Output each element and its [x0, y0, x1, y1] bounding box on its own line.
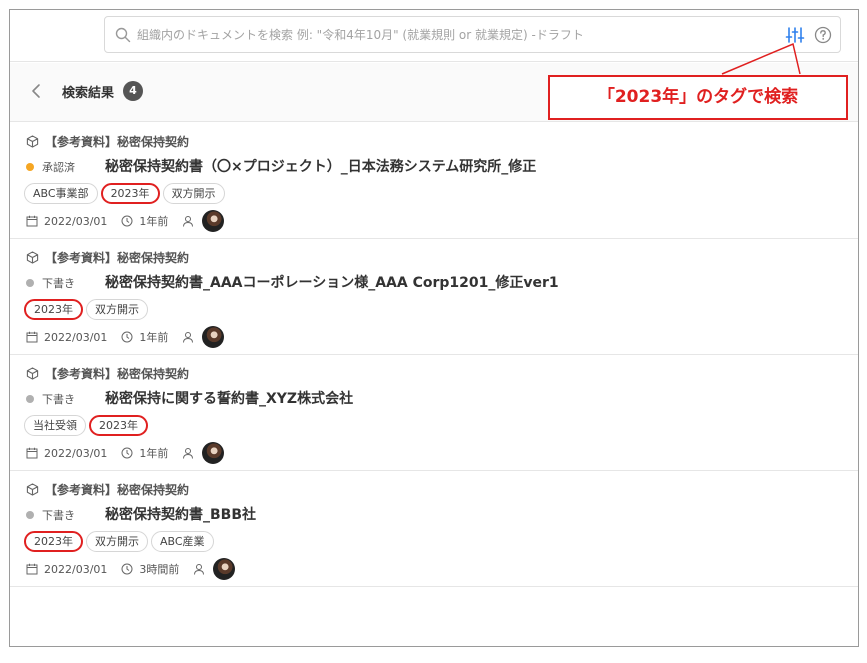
date-text: 2022/03/01 [44, 330, 108, 344]
document-meta: 2022/03/01 3時間前 [26, 558, 236, 580]
result-item[interactable]: 【参考資料】秘密保持契約 下書き 秘密保持契約書_AAAコーポレーション様_AA… [10, 239, 858, 355]
category-label: 【参考資料】秘密保持契約 [26, 249, 189, 266]
clock-icon [121, 563, 133, 575]
status-dot [26, 511, 34, 519]
tag-chip[interactable]: 双方開示 [86, 531, 148, 552]
calendar-icon [26, 331, 38, 343]
document-title[interactable]: 秘密保持契約書_AAAコーポレーション様_AAA Corp1201_修正ver1 [105, 272, 559, 292]
category-label: 【参考資料】秘密保持契約 [26, 365, 189, 382]
avatar[interactable] [213, 558, 236, 580]
category-text: 【参考資料】秘密保持契約 [45, 135, 190, 149]
page-title: 検索結果 [62, 86, 115, 101]
avatar[interactable] [202, 326, 225, 348]
help-icon[interactable] [814, 26, 832, 44]
date-text: 2022/03/01 [44, 562, 108, 576]
cube-icon [26, 483, 39, 496]
relative-time-text: 1年前 [139, 331, 169, 344]
tag-chip[interactable]: 双方開示 [86, 299, 148, 320]
person-icon [183, 448, 194, 459]
status-text: 承認済 [42, 161, 75, 174]
category-label: 【参考資料】秘密保持契約 [26, 133, 189, 150]
clock-icon [121, 331, 133, 343]
status-badge: 下書き [26, 391, 75, 407]
tag-chip[interactable]: 当社受領 [24, 415, 86, 436]
avatar[interactable] [202, 210, 225, 232]
category-text: 【参考資料】秘密保持契約 [45, 251, 190, 265]
category-label: 【参考資料】秘密保持契約 [26, 481, 189, 498]
search-box[interactable] [104, 16, 841, 53]
status-badge: 下書き [26, 275, 75, 291]
tag-chip[interactable]: 双方開示 [162, 183, 225, 204]
relative-time-text: 3時間前 [139, 563, 180, 576]
document-title[interactable]: 秘密保持に関する誓約書_XYZ株式会社 [105, 388, 353, 408]
tag-list: 2023年 双方開示 [24, 299, 151, 320]
result-count-badge: 4 [123, 81, 143, 101]
clock-icon [121, 447, 133, 459]
tag-chip[interactable]: 2023年 [24, 299, 83, 320]
status-badge: 承認済 [26, 159, 75, 175]
tag-list: 当社受領 2023年 [24, 415, 151, 436]
tag-list: 2023年 双方開示 ABC産業 [24, 531, 217, 552]
status-badge: 下書き [26, 507, 75, 523]
filter-settings-icon[interactable] [785, 26, 805, 44]
cube-icon [26, 251, 39, 264]
tag-chip[interactable]: ABC産業 [151, 531, 214, 552]
calendar-icon [26, 447, 38, 459]
category-text: 【参考資料】秘密保持契約 [45, 483, 190, 497]
cube-icon [26, 367, 39, 380]
date-text: 2022/03/01 [44, 214, 108, 228]
result-item[interactable]: 【参考資料】秘密保持契約 承認済 秘密保持契約書（〇×プロジェクト）_日本法務シ… [10, 123, 858, 239]
top-bar [10, 10, 858, 62]
person-icon [194, 564, 205, 575]
tag-list: ABC事業部 2023年 双方開示 [24, 183, 228, 204]
chevron-left-icon[interactable] [29, 82, 43, 100]
clock-icon [121, 215, 133, 227]
relative-time-text: 1年前 [139, 447, 169, 460]
tag-chip[interactable]: 2023年 [24, 531, 83, 552]
result-item[interactable]: 【参考資料】秘密保持契約 下書き 秘密保持契約書_BBB社 2023年 双方開示 A… [10, 471, 858, 587]
status-dot [26, 163, 34, 171]
document-meta: 2022/03/01 1年前 [26, 210, 225, 232]
document-meta: 2022/03/01 1年前 [26, 442, 225, 464]
status-text: 下書き [42, 509, 75, 522]
document-title[interactable]: 秘密保持契約書_BBB社 [105, 504, 256, 524]
person-icon [183, 216, 194, 227]
avatar[interactable] [202, 442, 225, 464]
app-window: 検索結果 4 「2023年」のタグで検索 【参考資料】秘密保持契約 承認済 秘密… [9, 9, 859, 647]
search-input[interactable] [137, 19, 777, 50]
tag-chip[interactable]: 2023年 [89, 415, 148, 436]
search-icon [115, 27, 131, 43]
document-meta: 2022/03/01 1年前 [26, 326, 225, 348]
tag-chip[interactable]: ABC事業部 [24, 183, 98, 204]
status-text: 下書き [42, 277, 75, 290]
tag-chip[interactable]: 2023年 [100, 183, 160, 204]
results-list: 【参考資料】秘密保持契約 承認済 秘密保持契約書（〇×プロジェクト）_日本法務シ… [10, 123, 858, 587]
status-text: 下書き [42, 393, 75, 406]
cube-icon [26, 135, 39, 148]
date-text: 2022/03/01 [44, 446, 108, 460]
annotation-callout: 「2023年」のタグで検索 [548, 75, 848, 120]
status-dot [26, 279, 34, 287]
person-icon [183, 332, 194, 343]
relative-time-text: 1年前 [139, 215, 169, 228]
calendar-icon [26, 563, 38, 575]
calendar-icon [26, 215, 38, 227]
status-dot [26, 395, 34, 403]
result-item[interactable]: 【参考資料】秘密保持契約 下書き 秘密保持に関する誓約書_XYZ株式会社 当社受… [10, 355, 858, 471]
document-title[interactable]: 秘密保持契約書（〇×プロジェクト）_日本法務システム研究所_修正 [105, 156, 536, 176]
category-text: 【参考資料】秘密保持契約 [45, 367, 190, 381]
